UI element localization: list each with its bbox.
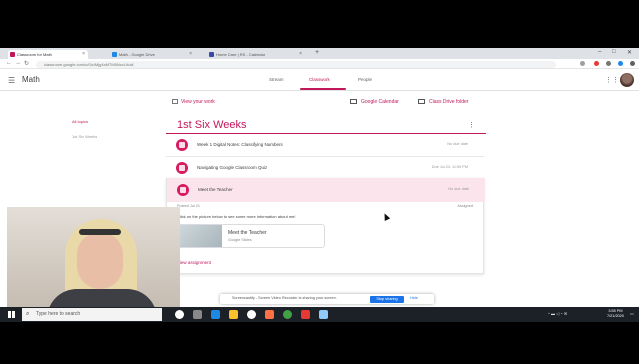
mail-icon[interactable] xyxy=(211,310,220,319)
folder-icon xyxy=(418,99,425,104)
close-tab-icon[interactable]: × xyxy=(189,50,192,59)
status-badge: Assigned xyxy=(457,204,473,208)
app-icon[interactable] xyxy=(319,310,328,319)
hide-button[interactable]: Hide xyxy=(410,296,418,300)
clock-date: 7/21/2020 xyxy=(607,314,624,318)
app-icon[interactable] xyxy=(247,310,256,319)
attachment-card[interactable]: Meet the Teacher Google Slides xyxy=(177,224,325,248)
attachment-thumbnail xyxy=(178,225,222,247)
menu-icon[interactable] xyxy=(630,61,635,66)
list-item[interactable]: Week 1 Digital Notes: Classifying Number… xyxy=(166,134,484,157)
task-view-icon[interactable] xyxy=(193,310,202,319)
app-icon[interactable] xyxy=(301,310,310,319)
sunglasses-on-head xyxy=(79,229,121,235)
address-bar[interactable]: classroom.google.com/u/0/c/Mjg4xMTM0Nzc1… xyxy=(36,60,556,68)
close-tab-icon[interactable]: × xyxy=(82,50,85,59)
system-clock[interactable]: 3:55 PM 7/21/2020 xyxy=(607,309,624,319)
attachment-name: Meet the Teacher xyxy=(228,230,267,236)
attachment-type: Google Slides xyxy=(228,238,252,242)
extension-icon[interactable] xyxy=(606,61,611,66)
tab-label: Classroom for Math xyxy=(17,52,52,57)
back-icon[interactable]: ← xyxy=(6,60,12,66)
drive-label: Class Drive folder xyxy=(429,99,469,105)
store-icon[interactable] xyxy=(265,310,274,319)
assignment-icon xyxy=(177,184,189,196)
reload-icon[interactable]: ↻ xyxy=(24,60,29,67)
expanded-assignment: Meet the Teacher No due date Posted Jul … xyxy=(166,178,485,274)
tab-stream[interactable]: Stream xyxy=(269,77,284,82)
cortana-icon[interactable] xyxy=(175,310,184,319)
drive-favicon-icon xyxy=(112,52,117,57)
list-item[interactable]: Navigating Google Classroom Quiz Due Jul… xyxy=(166,157,484,180)
calendar-label: Google Calendar xyxy=(361,99,399,105)
search-placeholder: Type here to search xyxy=(36,311,81,317)
view-work-label: View your work xyxy=(181,99,215,105)
topic-all-topics[interactable]: All topics xyxy=(72,119,88,124)
calendar-favicon-icon xyxy=(209,52,214,57)
more-options-icon[interactable]: ⋮ xyxy=(468,121,475,129)
new-tab-button[interactable]: + xyxy=(315,49,319,56)
assignment-description: Click on the picture below to see some m… xyxy=(177,214,296,219)
url-text: classroom.google.com/u/0/c/Mjg4xMTM0Nzc1… xyxy=(44,61,134,67)
search-icon: ⌕ xyxy=(26,311,30,317)
google-calendar-link[interactable]: Google Calendar xyxy=(350,99,399,105)
taskbar-search-input[interactable]: ⌕ Type here to search xyxy=(22,308,162,321)
browser-tab-calendar[interactable]: Home Care | RS - Calendar × xyxy=(207,50,305,59)
browser-toolbar: ← → ↻ classroom.google.com/u/0/c/Mjg4xMT… xyxy=(0,59,639,69)
person-work-icon xyxy=(172,99,178,104)
screen-share-bar: Screencastify - Screen Video Recorder is… xyxy=(220,294,434,304)
minimize-button[interactable]: – xyxy=(598,49,601,55)
tab-label: Math - Google Drive xyxy=(119,52,155,57)
avatar[interactable] xyxy=(620,73,634,87)
topic-title: 1st Six Weeks xyxy=(177,119,247,131)
webcam-overlay xyxy=(7,207,180,309)
calendar-icon xyxy=(350,99,357,104)
chrome-icon[interactable] xyxy=(283,310,292,319)
person-face xyxy=(77,233,123,289)
tab-label: Home Care | RS - Calendar xyxy=(216,52,266,57)
browser-tab-bar: Classroom for Math × Math - Google Drive… xyxy=(0,48,639,59)
screencastify-extension-icon[interactable] xyxy=(594,61,599,66)
forward-icon[interactable]: → xyxy=(15,60,21,66)
assignment-due: No due date xyxy=(448,187,469,191)
quiz-assignment-icon xyxy=(176,162,188,174)
assignment-due: No due date xyxy=(447,142,468,146)
windows-start-icon[interactable] xyxy=(8,311,15,318)
assignment-icon xyxy=(176,139,188,151)
classroom-favicon-icon xyxy=(10,52,15,57)
tray-icons[interactable]: ^ ▬ ◁ ◔ ✉ xyxy=(548,311,567,316)
tab-people[interactable]: People xyxy=(358,77,372,82)
star-icon[interactable] xyxy=(580,61,585,66)
google-apps-icon[interactable]: ⋮⋮ xyxy=(605,76,619,84)
screen-recording: Classroom for Math × Math - Google Drive… xyxy=(0,48,639,322)
share-message: Screencastify - Screen Video Recorder is… xyxy=(232,296,337,300)
list-item[interactable]: Meet the Teacher No due date xyxy=(167,178,485,202)
class-drive-folder-link[interactable]: Class Drive folder xyxy=(418,99,468,105)
profile-icon[interactable] xyxy=(618,61,623,66)
notification-icon[interactable]: ▭ xyxy=(630,311,634,316)
close-window-button[interactable]: ✕ xyxy=(627,49,632,56)
maximize-button[interactable]: □ xyxy=(612,49,616,55)
posted-date: Posted Jul 21 xyxy=(177,204,201,208)
assignment-due: Due Jul 24, 11:59 PM xyxy=(431,165,468,169)
person-shirt xyxy=(47,289,157,309)
expanded-assignment-header[interactable]: Meet the Teacher No due date xyxy=(167,178,485,202)
windows-taskbar: ⌕ Type here to search ^ ▬ ◁ ◔ ✉ 3:55 PM … xyxy=(0,307,639,322)
stop-sharing-button[interactable]: Stop sharing xyxy=(370,295,404,303)
classroom-header: ☰ Math Stream Classwork People ⋮⋮ xyxy=(0,69,639,91)
close-tab-icon[interactable]: × xyxy=(299,50,302,59)
view-your-work-link[interactable]: View your work xyxy=(172,99,215,105)
assignment-title: Navigating Google Classroom Quiz xyxy=(197,165,268,170)
topic-1st-six-weeks[interactable]: 1st Six Weeks xyxy=(72,134,97,139)
hamburger-menu-icon[interactable]: ☰ xyxy=(8,76,15,85)
class-name[interactable]: Math xyxy=(22,75,40,84)
assignment-title: Meet the Teacher xyxy=(198,187,233,192)
browser-tab-drive[interactable]: Math - Google Drive × xyxy=(110,50,195,59)
browser-tab-classroom[interactable]: Classroom for Math × xyxy=(8,50,88,59)
tab-classwork[interactable]: Classwork xyxy=(309,77,330,82)
view-assignment-link[interactable]: View assignment xyxy=(177,260,211,265)
active-tab-indicator xyxy=(300,88,346,90)
assignment-title: Week 1 Digital Notes: Classifying Number… xyxy=(197,142,283,147)
file-explorer-icon[interactable] xyxy=(229,310,238,319)
